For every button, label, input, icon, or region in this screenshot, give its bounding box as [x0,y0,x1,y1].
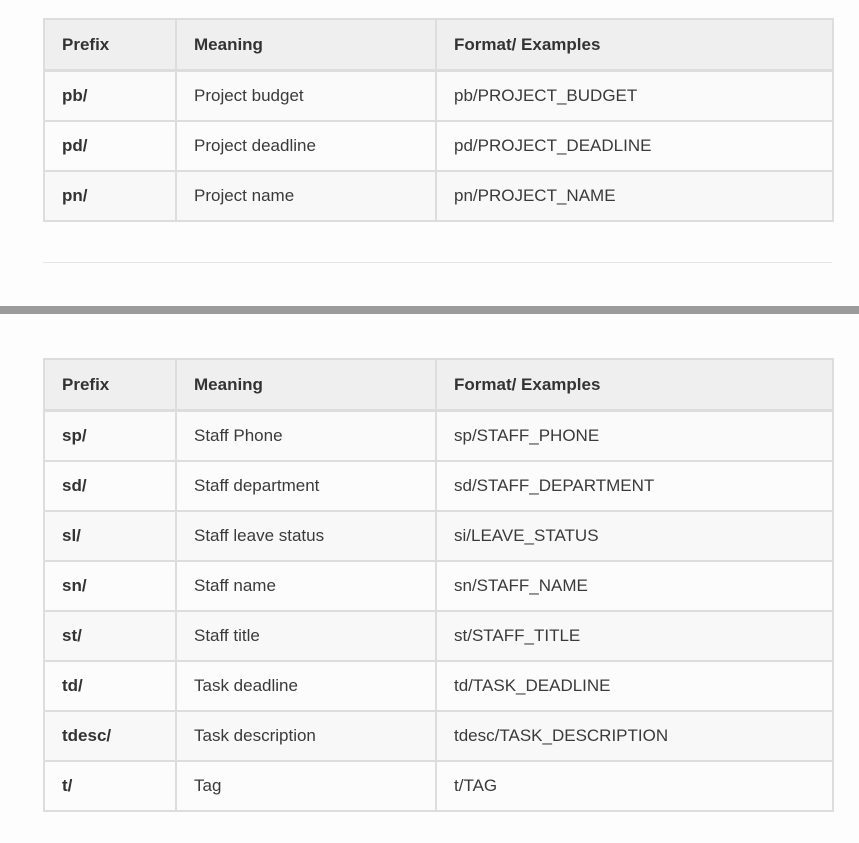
header-prefix: Prefix [43,18,177,72]
meaning-cell: Staff leave status [175,510,437,562]
project-prefix-section: Prefix Meaning Format/ Examples pb/ Proj… [0,0,859,306]
prefix-cell: pb/ [43,69,177,122]
meaning-cell: Staff name [175,560,437,612]
header-format-examples: Format/ Examples [435,18,834,72]
format-cell: pb/PROJECT_BUDGET [435,69,834,122]
table-row: pd/ Project deadline pd/PROJECT_DEADLINE [43,120,834,172]
meaning-cell: Project budget [175,69,437,122]
prefix-cell: td/ [43,660,177,712]
page: Prefix Meaning Format/ Examples pb/ Proj… [0,0,859,843]
prefix-cell: st/ [43,610,177,662]
format-cell: pd/PROJECT_DEADLINE [435,120,834,172]
meaning-cell: Task deadline [175,660,437,712]
header-format-examples: Format/ Examples [435,358,834,412]
prefix-cell: pn/ [43,170,177,222]
table-row: sn/ Staff name sn/STAFF_NAME [43,560,834,612]
table-row: sp/ Staff Phone sp/STAFF_PHONE [43,409,834,462]
prefix-cell: sn/ [43,560,177,612]
prefix-cell: t/ [43,760,177,812]
prefix-cell: sl/ [43,510,177,562]
format-cell: tdesc/TASK_DESCRIPTION [435,710,834,762]
staff-prefix-table: Prefix Meaning Format/ Examples sp/ Staf… [43,358,834,812]
section-divider [0,306,859,314]
table-row: st/ Staff title st/STAFF_TITLE [43,610,834,662]
prefix-cell: pd/ [43,120,177,172]
format-cell: sd/STAFF_DEPARTMENT [435,460,834,512]
table-row: td/ Task deadline td/TASK_DEADLINE [43,660,834,712]
format-cell: t/TAG [435,760,834,812]
format-cell: sp/STAFF_PHONE [435,409,834,462]
meaning-cell: Staff department [175,460,437,512]
horizontal-rule [43,262,832,263]
table-header-row: Prefix Meaning Format/ Examples [43,18,834,72]
table-row: t/ Tag t/TAG [43,760,834,812]
format-cell: sn/STAFF_NAME [435,560,834,612]
meaning-cell: Tag [175,760,437,812]
table-row: pb/ Project budget pb/PROJECT_BUDGET [43,69,834,122]
header-prefix: Prefix [43,358,177,412]
format-cell: si/LEAVE_STATUS [435,510,834,562]
prefix-cell: sd/ [43,460,177,512]
meaning-cell: Staff Phone [175,409,437,462]
table-header-row: Prefix Meaning Format/ Examples [43,358,834,412]
table-row: sd/ Staff department sd/STAFF_DEPARTMENT [43,460,834,512]
prefix-cell: tdesc/ [43,710,177,762]
header-meaning: Meaning [175,18,437,72]
project-prefix-table: Prefix Meaning Format/ Examples pb/ Proj… [43,18,834,222]
meaning-cell: Task description [175,710,437,762]
format-cell: pn/PROJECT_NAME [435,170,834,222]
meaning-cell: Project name [175,170,437,222]
meaning-cell: Staff title [175,610,437,662]
format-cell: td/TASK_DEADLINE [435,660,834,712]
header-meaning: Meaning [175,358,437,412]
meaning-cell: Project deadline [175,120,437,172]
format-cell: st/STAFF_TITLE [435,610,834,662]
prefix-cell: sp/ [43,409,177,462]
table-row: sl/ Staff leave status si/LEAVE_STATUS [43,510,834,562]
table-row: tdesc/ Task description tdesc/TASK_DESCR… [43,710,834,762]
table-row: pn/ Project name pn/PROJECT_NAME [43,170,834,222]
